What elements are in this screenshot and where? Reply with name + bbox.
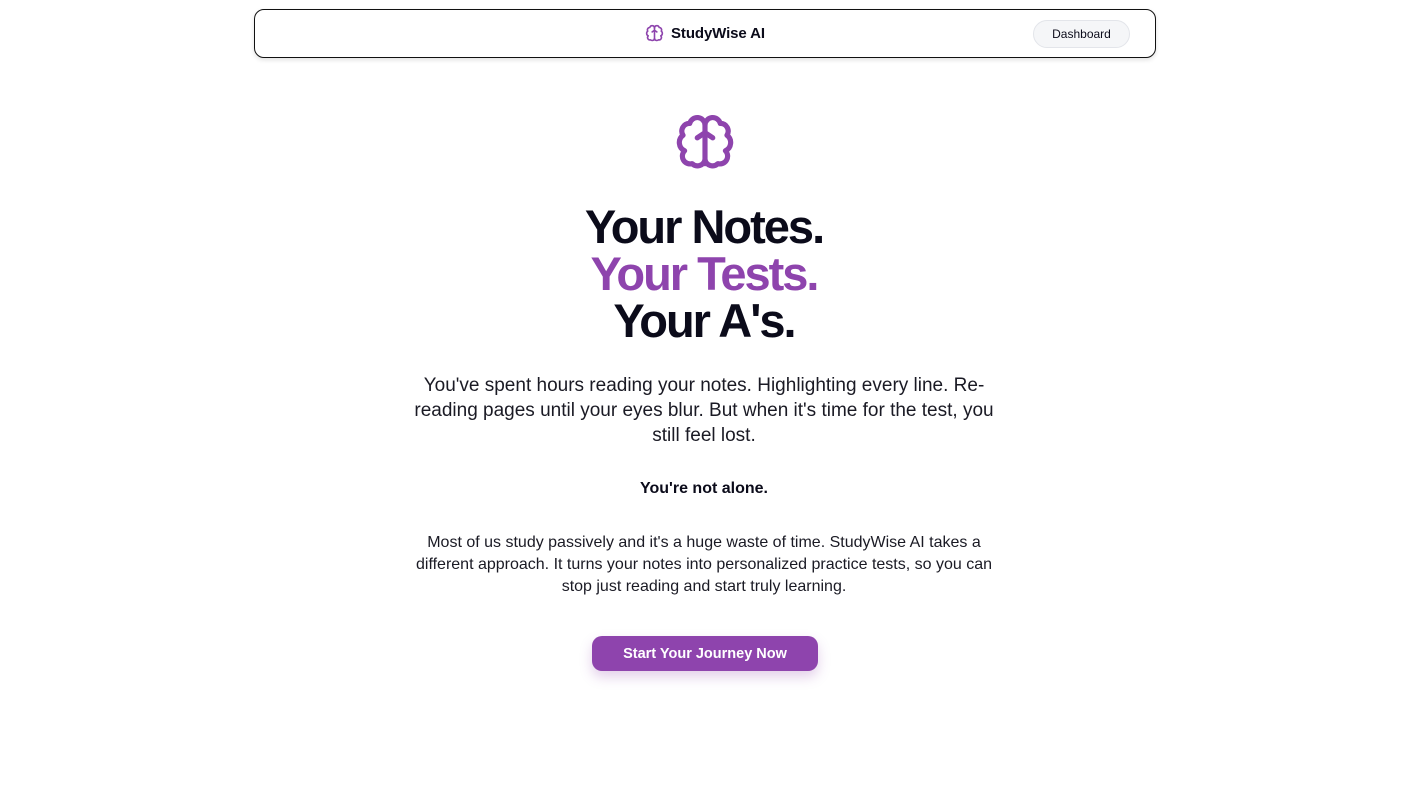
brand[interactable]: StudyWise AI (255, 10, 1155, 57)
top-navbar: StudyWise AI Dashboard (254, 9, 1156, 58)
headline-line-tests: Your Tests. (590, 247, 820, 300)
headline-line-grades: Your A's. (613, 294, 796, 347)
dashboard-button[interactable]: Dashboard (1033, 20, 1130, 48)
start-journey-button[interactable]: Start Your Journey Now (592, 636, 818, 671)
brand-name: StudyWise AI (671, 25, 765, 42)
hero-intro: You've spent hours reading your notes. H… (414, 375, 994, 446)
hero-description: Most of us study passively and it's a hu… (415, 534, 993, 595)
hero-headline: Your Notes. Your Tests. Your A's. (404, 203, 1004, 344)
brain-icon (645, 24, 664, 42)
brain-icon (676, 115, 734, 169)
hero-emphasis: You're not alone. (640, 480, 768, 497)
headline-line-notes: Your Notes. (584, 200, 825, 253)
